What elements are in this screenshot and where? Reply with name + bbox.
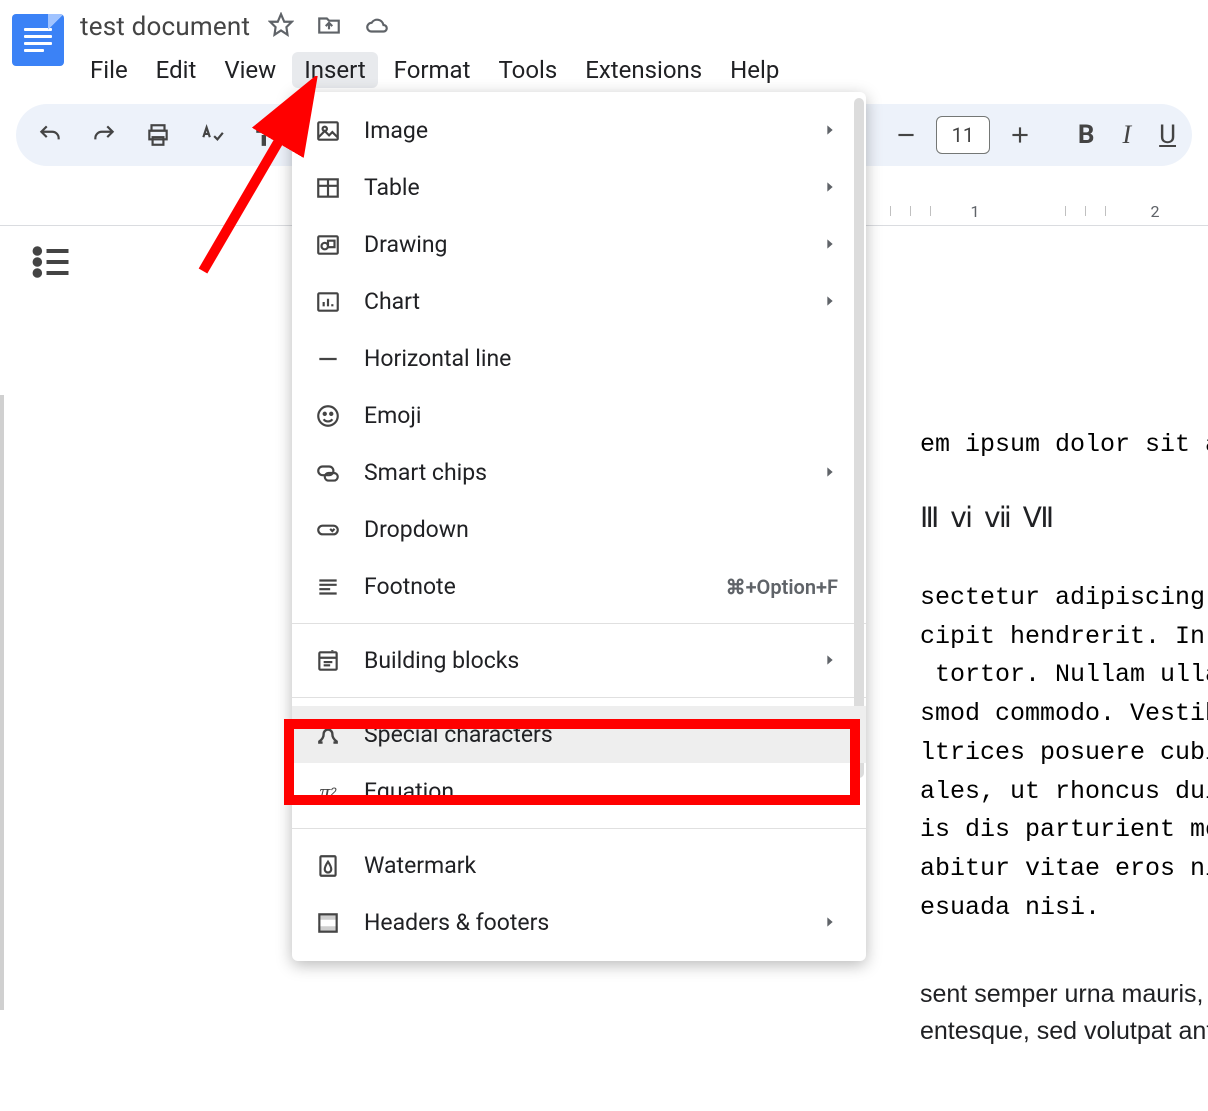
menu-format[interactable]: Format <box>382 52 483 88</box>
menu-item-special-characters[interactable]: Special characters <box>292 706 866 763</box>
underline-button[interactable]: U <box>1159 120 1176 150</box>
image-icon <box>314 117 342 145</box>
body-line-1: em ipsum dolor sit ame <box>920 426 1208 465</box>
chevron-right-icon <box>822 117 838 144</box>
ruler-number: 2 <box>1151 202 1160 221</box>
docs-logo[interactable] <box>12 14 64 66</box>
chevron-right-icon <box>822 647 838 674</box>
omega-icon <box>314 721 342 749</box>
move-icon[interactable] <box>316 12 342 42</box>
menu-item-horizontal-line[interactable]: Horizontal line <box>292 330 866 387</box>
smart-chips-icon <box>314 459 342 487</box>
paint-format-button[interactable] <box>248 117 284 153</box>
menu-item-label: Emoji <box>364 402 421 429</box>
body-paragraph-2: sent semper urna mauris, at entesque, se… <box>920 976 1208 1051</box>
menu-item-label: Smart chips <box>364 459 487 486</box>
menu-view[interactable]: View <box>212 52 288 88</box>
building-blocks-icon <box>314 647 342 675</box>
page-edge <box>0 395 4 1010</box>
chevron-right-icon <box>822 459 838 486</box>
chart-icon <box>314 288 342 316</box>
font-size-increase[interactable] <box>1002 117 1038 153</box>
watermark-icon <box>314 852 342 880</box>
italic-button[interactable]: I <box>1122 120 1131 150</box>
menu-item-drawing[interactable]: Drawing <box>292 216 866 273</box>
menu-item-label: Dropdown <box>364 516 469 543</box>
font-size-input[interactable]: 11 <box>936 116 990 154</box>
footnote-icon <box>314 573 342 601</box>
bold-button[interactable]: B <box>1078 120 1095 150</box>
menu-item-image[interactable]: Image <box>292 102 866 159</box>
menu-item-dropdown[interactable]: Dropdown <box>292 501 866 558</box>
spellcheck-button[interactable] <box>194 117 230 153</box>
menu-item-smart-chips[interactable]: Smart chips <box>292 444 866 501</box>
insert-menu-dropdown: Image Table Drawing Chart Horizontal lin… <box>292 92 866 961</box>
menu-item-label: Watermark <box>364 852 476 879</box>
chevron-right-icon <box>822 174 838 201</box>
font-size-decrease[interactable] <box>888 117 924 153</box>
menu-item-shortcut: ⌘+Option+F <box>726 575 838 599</box>
chevron-right-icon <box>822 909 838 936</box>
dropdown-icon <box>314 516 342 544</box>
emoji-icon <box>314 402 342 430</box>
menu-item-label: Horizontal line <box>364 345 511 372</box>
menu-item-label: Headers & footers <box>364 909 549 936</box>
menu-item-label: Drawing <box>364 231 447 258</box>
table-icon <box>314 174 342 202</box>
horizontal-line-icon <box>314 345 342 373</box>
menu-help[interactable]: Help <box>718 52 791 88</box>
menu-item-headers-footers[interactable]: Headers & footers <box>292 894 866 951</box>
menu-item-watermark[interactable]: Watermark <box>292 837 866 894</box>
menu-insert[interactable]: Insert <box>292 52 377 88</box>
menu-separator <box>292 828 866 829</box>
menu-edit[interactable]: Edit <box>144 52 209 88</box>
menu-item-footnote[interactable]: Footnote ⌘+Option+F <box>292 558 866 615</box>
menu-item-emoji[interactable]: Emoji <box>292 387 866 444</box>
body-roman-numerals: Ⅲ ⅵ ⅶ Ⅶ <box>920 501 1208 535</box>
menu-item-label: Building blocks <box>364 647 519 674</box>
drawing-icon <box>314 231 342 259</box>
menu-item-label: Table <box>364 174 420 201</box>
equation-icon: π2 <box>314 778 342 806</box>
headers-footers-icon <box>314 909 342 937</box>
menu-separator <box>292 623 866 624</box>
undo-button[interactable] <box>32 117 68 153</box>
ruler-number: 1 <box>971 202 980 221</box>
chevron-right-icon <box>822 288 838 315</box>
cloud-status-icon[interactable] <box>364 12 390 42</box>
menu-item-chart[interactable]: Chart <box>292 273 866 330</box>
menu-item-table[interactable]: Table <box>292 159 866 216</box>
chevron-right-icon <box>822 231 838 258</box>
menu-item-label: Image <box>364 117 428 144</box>
menu-item-label: Equation <box>364 778 454 805</box>
menu-item-building-blocks[interactable]: Building blocks <box>292 632 866 689</box>
document-title[interactable]: test document <box>80 12 250 42</box>
menu-item-label: Footnote <box>364 573 456 600</box>
menu-item-label: Special characters <box>364 721 553 748</box>
menu-file[interactable]: File <box>78 52 140 88</box>
menu-separator <box>292 697 866 698</box>
menu-tools[interactable]: Tools <box>486 52 569 88</box>
star-icon[interactable] <box>268 12 294 42</box>
redo-button[interactable] <box>86 117 122 153</box>
print-button[interactable] <box>140 117 176 153</box>
document-outline-button[interactable] <box>30 240 74 284</box>
menu-item-label: Chart <box>364 288 420 315</box>
menubar: File Edit View Insert Format Tools Exten… <box>76 42 1196 94</box>
menu-extensions[interactable]: Extensions <box>573 52 714 88</box>
menu-item-equation[interactable]: π2 Equation <box>292 763 866 820</box>
body-paragraph-1: sectetur adipiscing el cipit hendrerit. … <box>920 579 1208 928</box>
